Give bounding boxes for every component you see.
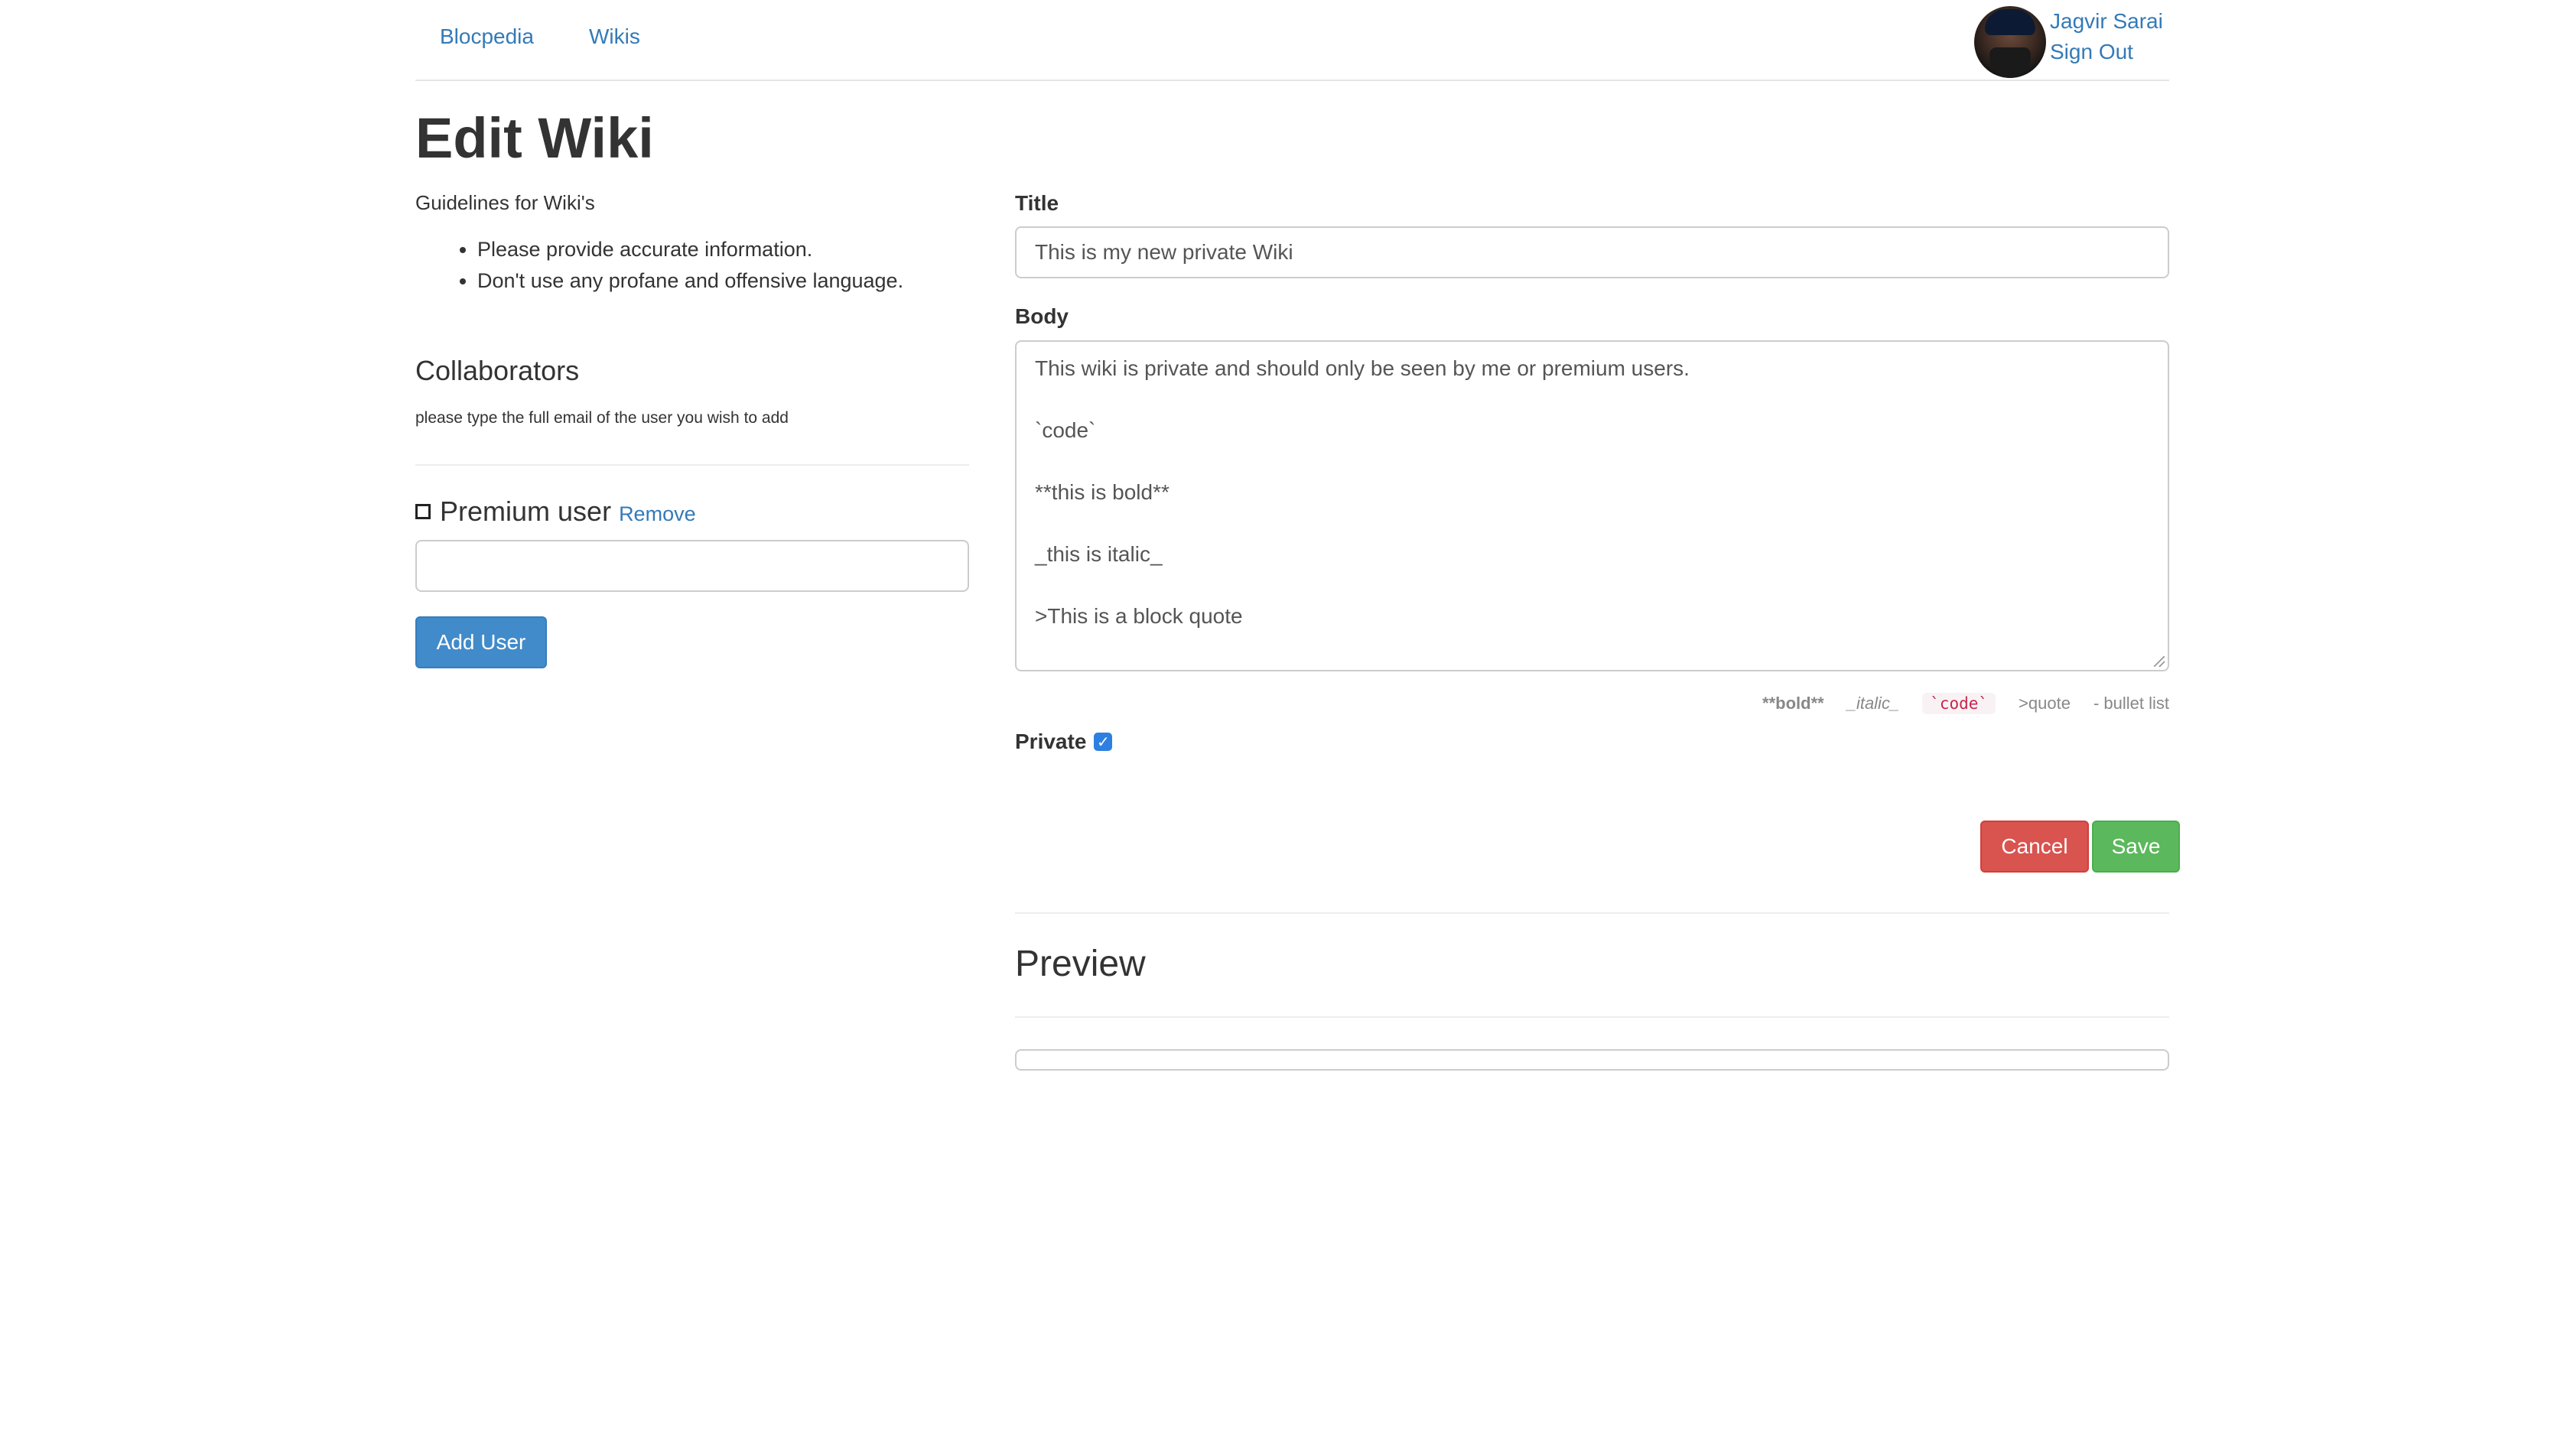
save-button[interactable]: Save (2092, 821, 2180, 873)
private-label: Private (1015, 730, 1087, 753)
nav-brand-link[interactable]: Blocpedia (440, 24, 534, 49)
guideline-item: Please provide accurate information. (477, 234, 903, 265)
divider (1015, 912, 2169, 914)
remove-collaborator-link[interactable]: Remove (619, 502, 696, 526)
body-textarea[interactable]: This wiki is private and should only be … (1015, 340, 2169, 671)
collaborator-checkbox[interactable] (415, 504, 431, 519)
guidelines-list: Please provide accurate information. Don… (451, 234, 903, 297)
hint-code: `code` (1922, 693, 1996, 714)
guidelines-title: Guidelines for Wiki's (415, 191, 595, 214)
user-name-link[interactable]: Jagvir Sarai (2050, 9, 2163, 34)
user-avatar (1974, 6, 2046, 78)
collaborators-help-text: please type the full email of the user y… (415, 409, 789, 427)
cancel-button[interactable]: Cancel (1980, 821, 2089, 873)
hint-italic: _italic_ (1846, 694, 1900, 713)
body-line: >This is a block quote (1035, 604, 1243, 628)
preview-title: Preview (1015, 944, 1146, 984)
avatar-turban-shape (1985, 9, 2035, 35)
divider (1015, 1016, 2169, 1018)
collaborator-name: Premium user (440, 496, 612, 527)
collaborator-email-input[interactable] (415, 540, 969, 592)
collaborators-title: Collaborators (415, 355, 580, 386)
private-checkbox[interactable]: ✓ (1094, 733, 1113, 751)
guideline-item: Don't use any profane and offensive lang… (477, 265, 903, 297)
page-title: Edit Wiki (415, 106, 654, 170)
title-label: Title (1015, 191, 1059, 215)
hint-bold: **bold** (1762, 694, 1824, 713)
title-input[interactable]: This is my new private Wiki (1015, 226, 2169, 278)
body-label: Body (1015, 304, 1069, 328)
body-line: _this is italic_ (1035, 542, 1163, 566)
divider (415, 464, 969, 466)
add-user-button[interactable]: Add User (415, 616, 547, 668)
hint-bullet-list: - bullet list (2093, 694, 2169, 713)
body-line: This wiki is private and should only be … (1035, 356, 1690, 380)
private-field: Private ✓ (1015, 730, 1113, 754)
textarea-resize-handle[interactable] (2154, 656, 2165, 667)
body-line: **this is bold** (1035, 480, 1170, 504)
markdown-hints: **bold** _italic_ `code` >quote - bullet… (1762, 693, 2169, 714)
avatar-beard-shape (1989, 47, 2031, 78)
nav-wikis-link[interactable]: Wikis (589, 24, 640, 49)
preview-panel (1015, 1049, 2169, 1071)
hint-quote: >quote (2019, 694, 2071, 713)
body-line: `code` (1035, 418, 1096, 442)
collaborator-entry: Premium user Remove (415, 496, 696, 528)
sign-out-link[interactable]: Sign Out (2050, 40, 2133, 64)
top-navbar: Blocpedia Wikis Jagvir Sarai Sign Out (415, 0, 2169, 81)
